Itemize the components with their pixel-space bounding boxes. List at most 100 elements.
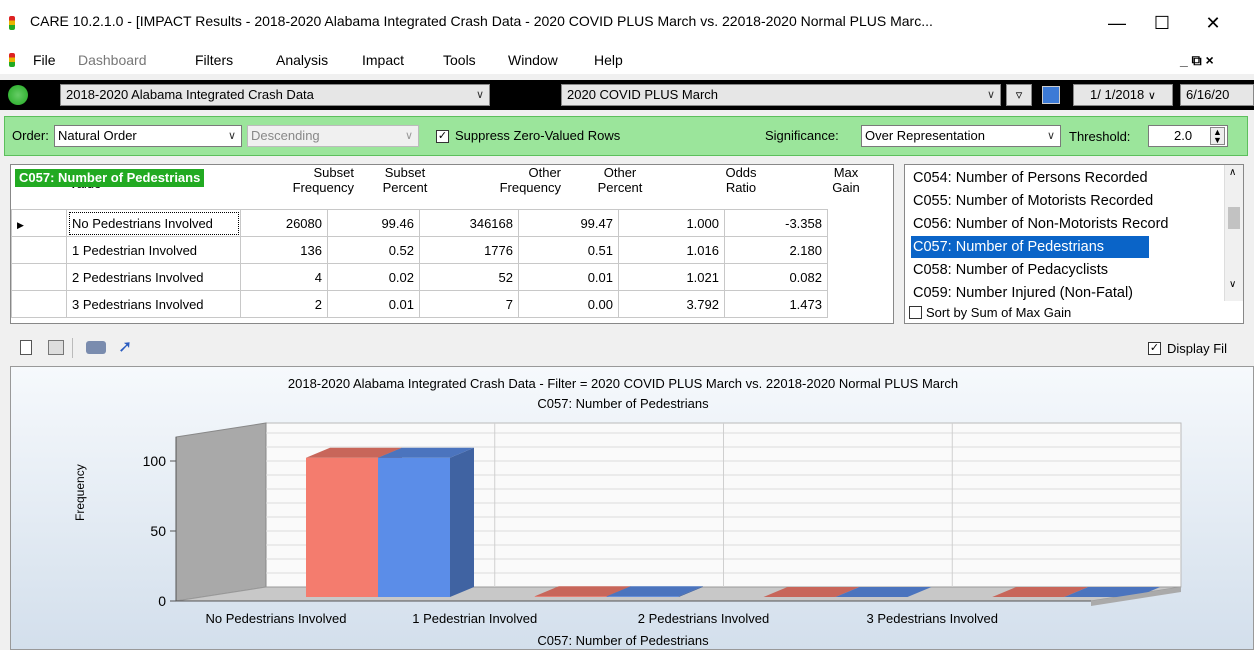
title-bar: CARE 10.2.1.0 - [IMPACT Results - 2018-2… [0, 0, 1254, 46]
other-frequency-cell[interactable]: 7 [419, 290, 519, 318]
y-tick-label: 0 [158, 593, 166, 609]
value-cell[interactable]: 1 Pedestrian Involved [66, 236, 241, 264]
bar [534, 596, 607, 597]
value-cell[interactable]: 2 Pedestrians Involved [66, 263, 241, 291]
menu-impact[interactable]: Impact [362, 52, 404, 68]
display-filter-checkbox[interactable]: ✓ [1148, 342, 1161, 355]
other-frequency-cell[interactable]: 346168 [419, 209, 519, 237]
end-date-value: 6/16/20 [1186, 87, 1230, 102]
subset-percent-cell[interactable]: 0.01 [327, 290, 420, 318]
results-grid: Value C057: Number of Pedestrians Subset… [10, 164, 894, 324]
row-indicator [11, 236, 67, 264]
column-header-other-frequency[interactable]: Other Frequency [481, 165, 561, 207]
value-cell[interactable]: No Pedestrians Involved [66, 209, 241, 237]
menu-analysis[interactable]: Analysis [276, 52, 328, 68]
scroll-down-icon[interactable]: ∨ [1229, 279, 1236, 290]
subset-frequency-cell[interactable]: 2 [240, 290, 328, 318]
value-cell[interactable]: 3 Pedestrians Involved [66, 290, 241, 318]
header-line: Other [603, 165, 637, 180]
menu-help[interactable]: Help [594, 52, 623, 68]
minimize-button[interactable]: — [1097, 6, 1137, 40]
max-gain-cell[interactable]: 2.180 [724, 236, 828, 264]
menu-window[interactable]: Window [508, 52, 558, 68]
subset-frequency-cell[interactable]: 4 [240, 263, 328, 291]
odds-ratio-cell[interactable]: 1.021 [618, 263, 725, 291]
list-item[interactable]: C058: Number of Pedacyclists [913, 259, 1213, 281]
header-line: Frequency [292, 180, 354, 195]
end-date-combo[interactable]: 6/16/20 [1180, 84, 1254, 106]
menu-dashboard[interactable]: Dashboard [78, 52, 147, 68]
start-date-value: 1/ 1/2018 [1090, 87, 1145, 102]
column-header-other-percent[interactable]: Other Percent [580, 165, 660, 207]
suppress-zero-checkbox[interactable]: ✓ [436, 130, 449, 143]
max-gain-cell[interactable]: 1.473 [724, 290, 828, 318]
other-percent-cell[interactable]: 0.00 [518, 290, 619, 318]
odds-ratio-cell[interactable]: 1.000 [618, 209, 725, 237]
list-scrollbar[interactable]: ∧ ∨ [1224, 165, 1243, 301]
column-header-subset-percent[interactable]: Subset Percent [370, 165, 440, 207]
menu-filters[interactable]: Filters [195, 52, 233, 68]
copy-icon[interactable] [48, 340, 64, 355]
menu-tools[interactable]: Tools [443, 52, 476, 68]
list-item[interactable]: C056: Number of Non-Motorists Record [913, 213, 1213, 235]
subset-percent-cell[interactable]: 99.46 [327, 209, 420, 237]
close-button[interactable]: ✕ [1193, 6, 1233, 40]
dataset-icon[interactable] [8, 85, 28, 105]
odds-ratio-cell[interactable]: 3.792 [618, 290, 725, 318]
order-combo[interactable]: Natural Order ∨ [54, 125, 242, 147]
direction-value: Descending [251, 128, 320, 143]
direction-combo[interactable]: Descending ∨ [247, 125, 419, 147]
significance-value: Over Representation [865, 128, 985, 143]
odds-ratio-cell[interactable]: 1.016 [618, 236, 725, 264]
mdi-controls[interactable]: _ ⧉ × [1180, 52, 1214, 69]
filter-combo[interactable]: 2020 COVID PLUS March ∨ [561, 84, 1001, 106]
dataset-combo[interactable]: 2018-2020 Alabama Integrated Crash Data … [60, 84, 490, 106]
sort-by-gain-checkbox[interactable] [909, 306, 922, 319]
x-tick-label: 1 Pedestrian Involved [412, 611, 537, 626]
list-item[interactable]: C055: Number of Motorists Recorded [913, 190, 1213, 212]
column-header-max-gain[interactable]: Max Gain [806, 165, 886, 207]
data-toolbar: 2018-2020 Alabama Integrated Crash Data … [0, 80, 1254, 110]
subset-frequency-cell[interactable]: 136 [240, 236, 328, 264]
subset-frequency-cell[interactable]: 26080 [240, 209, 328, 237]
other-percent-cell[interactable]: 99.47 [518, 209, 619, 237]
header-line: Frequency [499, 180, 561, 195]
max-gain-cell[interactable]: -3.358 [724, 209, 828, 237]
list-item-selected[interactable]: C057: Number of Pedestrians [911, 236, 1149, 258]
threshold-label: Threshold: [1069, 129, 1131, 144]
filter-funnel-icon[interactable]: ▿ [1006, 84, 1032, 106]
table-row[interactable]: 2 Pedestrians Involved 4 0.02 52 0.01 1.… [11, 263, 828, 291]
maximize-button[interactable]: ☐ [1142, 6, 1182, 40]
list-item[interactable]: C059: Number Injured (Non-Fatal) [913, 282, 1213, 304]
header-line: Subset [313, 165, 354, 180]
other-frequency-cell[interactable]: 1776 [419, 236, 519, 264]
column-header-subset-frequency[interactable]: Subset Frequency [274, 165, 354, 207]
threshold-spinner[interactable]: 2.0 ▲ ▼ [1148, 125, 1228, 147]
scrollbar-thumb[interactable] [1228, 207, 1240, 229]
subset-percent-cell[interactable]: 0.52 [327, 236, 420, 264]
menu-file[interactable]: File [33, 52, 56, 68]
subset-percent-cell[interactable]: 0.02 [327, 263, 420, 291]
bar [378, 457, 450, 597]
chevron-down-icon: ∨ [404, 130, 413, 142]
calendar-icon[interactable] [1042, 86, 1060, 104]
other-percent-cell[interactable]: 0.51 [518, 236, 619, 264]
start-date-combo[interactable]: 1/ 1/2018 ∨ [1073, 84, 1173, 106]
other-frequency-cell[interactable]: 52 [419, 263, 519, 291]
sort-by-gain-label: Sort by Sum of Max Gain [926, 305, 1072, 320]
table-row[interactable]: 1 Pedestrian Involved 136 0.52 1776 0.51… [11, 236, 828, 264]
clipboard-icon[interactable] [20, 340, 32, 355]
max-gain-cell[interactable]: 0.082 [724, 263, 828, 291]
header-line: Percent [382, 180, 428, 195]
pin-icon[interactable]: ➚ [118, 337, 132, 357]
table-row[interactable]: ▶ No Pedestrians Involved 26080 99.46 34… [11, 209, 828, 237]
spinner-arrows-icon[interactable]: ▲ ▼ [1210, 127, 1225, 145]
binoculars-icon[interactable] [86, 341, 106, 354]
scroll-up-icon[interactable]: ∧ [1229, 167, 1236, 178]
table-row[interactable]: 3 Pedestrians Involved 2 0.01 7 0.00 3.7… [11, 290, 828, 318]
column-header-odds-ratio[interactable]: Odds Ratio [701, 165, 781, 207]
chevron-down-icon: ∨ [986, 89, 995, 101]
other-percent-cell[interactable]: 0.01 [518, 263, 619, 291]
list-item[interactable]: C054: Number of Persons Recorded [913, 167, 1213, 189]
significance-combo[interactable]: Over Representation ∨ [861, 125, 1061, 147]
